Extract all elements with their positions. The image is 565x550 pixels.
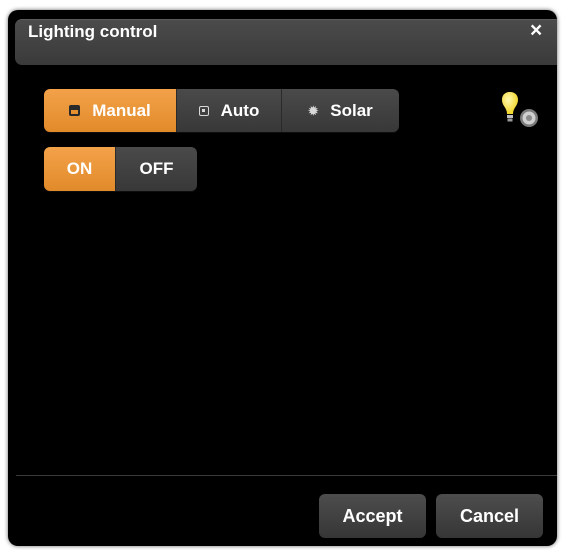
power-toggle: ON OFF	[44, 147, 197, 191]
calendar-icon	[198, 105, 209, 116]
close-button[interactable]: ×	[530, 19, 542, 43]
mode-manual-button[interactable]: Manual	[44, 89, 176, 132]
off-button[interactable]: OFF	[115, 147, 197, 191]
on-button[interactable]: ON	[44, 147, 115, 191]
mode-auto-button[interactable]: Auto	[176, 89, 281, 132]
dialog-title: Lighting control	[28, 22, 158, 41]
mode-solar-label: Solar	[330, 100, 373, 120]
mode-solar-button[interactable]: ✹ Solar	[281, 89, 399, 132]
cancel-button[interactable]: Cancel	[436, 494, 543, 538]
mode-selector: Manual Auto ✹ Solar	[44, 89, 399, 132]
mode-auto-label: Auto	[220, 100, 260, 120]
footer-divider	[16, 475, 557, 476]
light-bulb-on-icon	[502, 92, 538, 127]
accept-button[interactable]: Accept	[319, 494, 426, 538]
mode-manual-label: Manual	[92, 100, 151, 120]
sun-icon: ✹	[308, 103, 319, 118]
resize-grip-icon[interactable]	[548, 540, 557, 546]
lighting-control-dialog: Lighting control × Manual Auto ✹ Solar O…	[8, 10, 557, 546]
manual-icon	[69, 105, 81, 116]
